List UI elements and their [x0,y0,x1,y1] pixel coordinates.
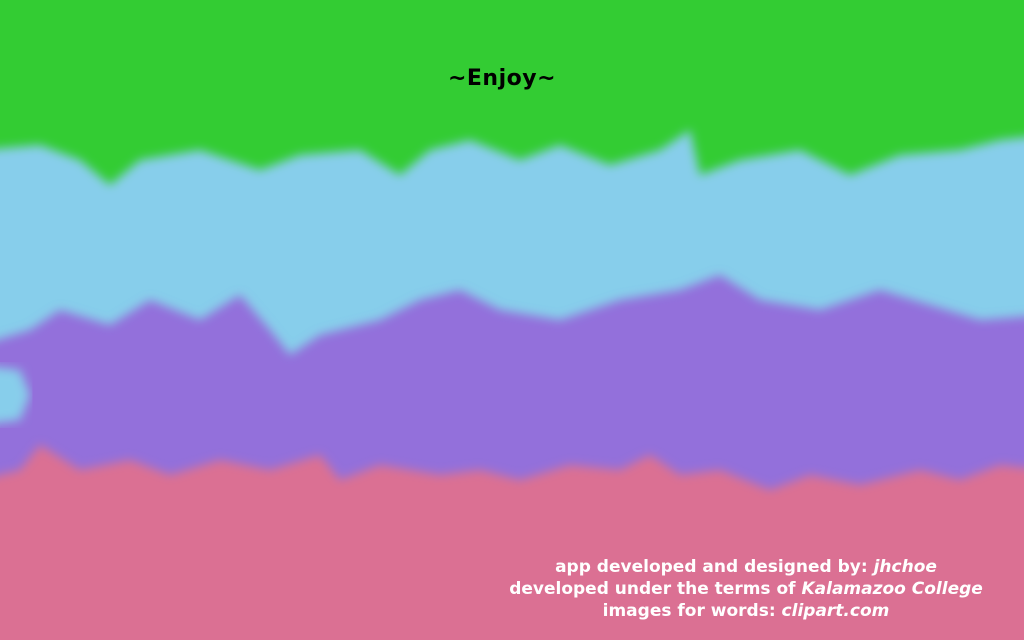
credit-developer-label: app developed and designed by: [555,557,874,577]
credit-line-developer: app developed and designed by: jhchoe [486,556,1006,578]
credit-line-terms: developed under the terms of Kalamazoo C… [486,578,1006,600]
credit-terms-name: Kalamazoo College [801,579,983,599]
app-screen: ~Enjoy~ app developed and designed by: j… [0,0,1024,640]
credit-developer-name: jhchoe [873,557,937,577]
credit-images-source: clipart.com [781,601,890,621]
credit-images-label: images for words: [602,601,782,621]
page-title: ~Enjoy~ [447,66,557,91]
credit-line-images: images for words: clipart.com [486,600,1006,622]
credits-block: app developed and designed by: jhchoe de… [486,556,1006,622]
credit-terms-label: developed under the terms of [509,579,802,599]
background-wave-bands [0,0,1024,640]
